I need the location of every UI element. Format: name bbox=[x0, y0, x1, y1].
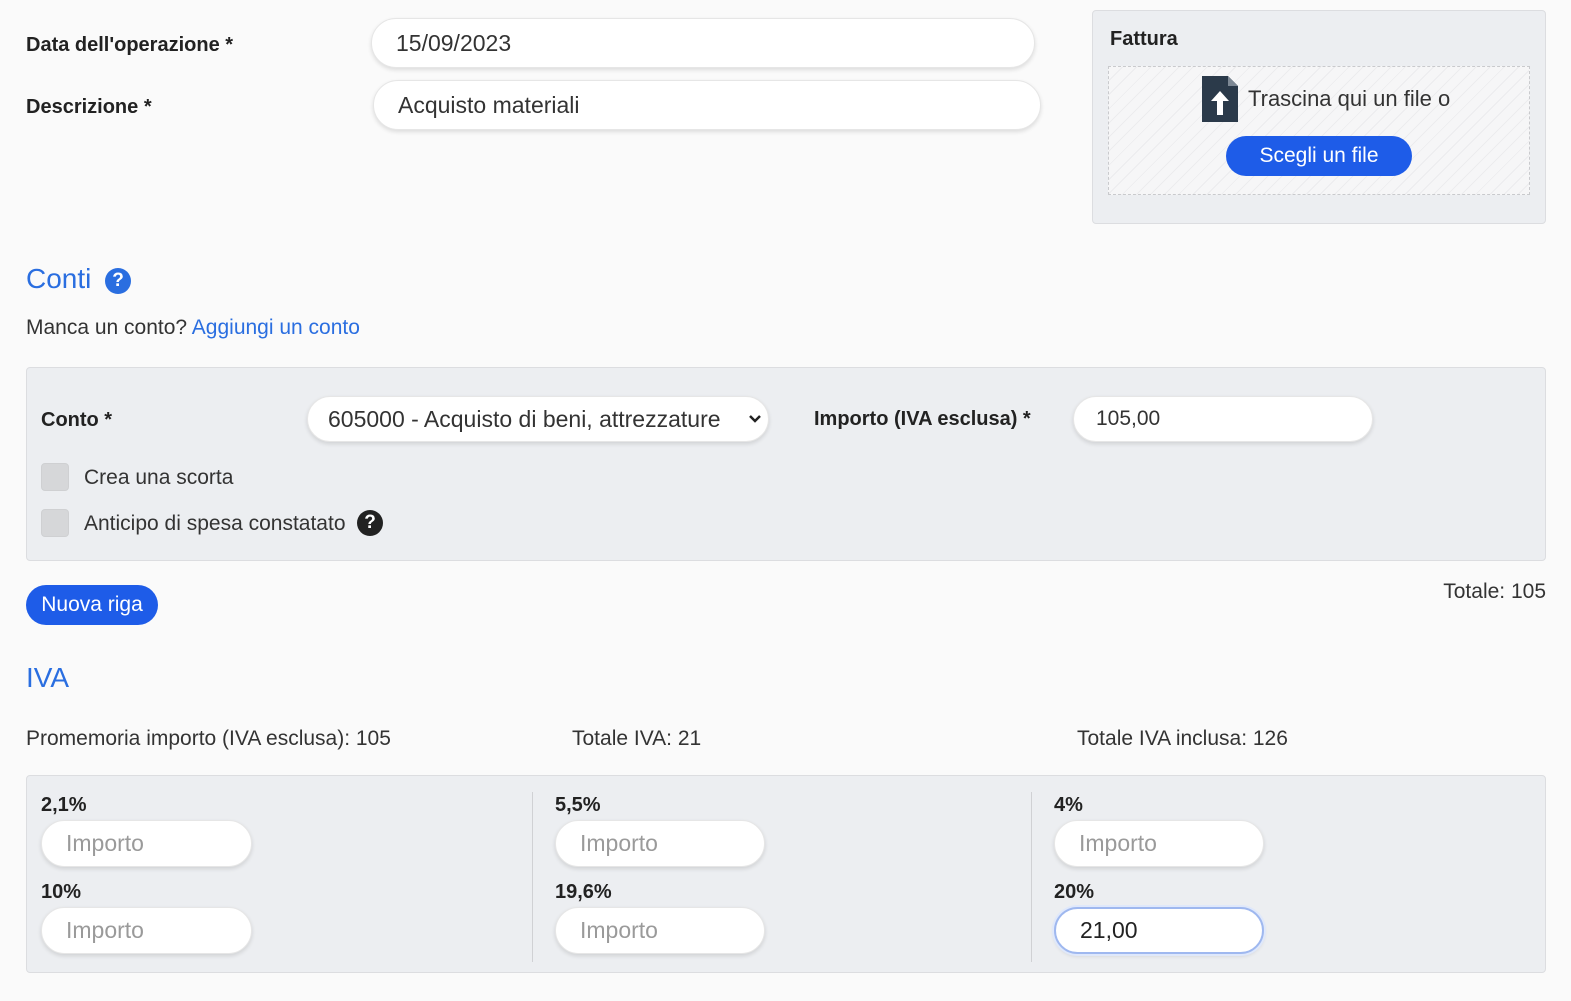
missing-account-text: Manca un conto? bbox=[26, 316, 188, 339]
dropzone-text: Trascina qui un file o bbox=[1248, 86, 1451, 111]
stock-label: Crea una scorta bbox=[84, 466, 234, 489]
amount-input[interactable] bbox=[1073, 396, 1373, 442]
stock-checkbox[interactable] bbox=[41, 463, 69, 491]
vat-amount-input[interactable] bbox=[555, 907, 765, 954]
choose-file-button[interactable]: Scegli un file bbox=[1226, 136, 1412, 176]
vat-amount-input-focused[interactable] bbox=[1054, 907, 1264, 954]
vat-column-divider bbox=[532, 792, 533, 962]
question-icon[interactable]: ? bbox=[357, 510, 383, 536]
chevron-down-icon bbox=[748, 397, 762, 458]
accounts-total: Totale: 105 bbox=[1443, 580, 1546, 603]
vat-rate-label: 4% bbox=[1054, 794, 1083, 816]
vat-amount-input[interactable] bbox=[1054, 820, 1264, 867]
description-input[interactable] bbox=[373, 80, 1041, 130]
description-label: Descrizione * bbox=[26, 96, 152, 118]
add-account-link[interactable]: Aggiungi un conto bbox=[192, 316, 360, 339]
vat-rate-label: 2,1% bbox=[41, 794, 87, 816]
vat-rates-panel bbox=[26, 775, 1546, 973]
vat-rate-label: 20% bbox=[1054, 881, 1095, 903]
file-upload-icon bbox=[1200, 74, 1240, 124]
vat-column-divider bbox=[1031, 792, 1032, 962]
date-input[interactable] bbox=[371, 18, 1035, 68]
vat-amount-input[interactable] bbox=[555, 820, 765, 867]
vat-rate-label: 5,5% bbox=[555, 794, 601, 816]
vat-amount-input[interactable] bbox=[41, 907, 252, 954]
advance-label: Anticipo di spesa constatato bbox=[84, 512, 346, 535]
new-row-button[interactable]: Nuova riga bbox=[26, 585, 158, 625]
account-select[interactable]: 605000 - Acquisto di beni, attrezzature bbox=[307, 396, 769, 442]
vat-reminder: Promemoria importo (IVA esclusa): 105 bbox=[26, 727, 391, 750]
vat-amount-input[interactable] bbox=[41, 820, 252, 867]
vat-total: Totale IVA: 21 bbox=[572, 727, 702, 750]
amount-label: Importo (IVA esclusa) * bbox=[814, 408, 1031, 430]
account-select-value: 605000 - Acquisto di beni, attrezzature bbox=[328, 406, 721, 432]
vat-title: IVA bbox=[26, 662, 70, 693]
question-icon[interactable]: ? bbox=[105, 268, 131, 294]
account-label: Conto * bbox=[41, 409, 113, 431]
vat-total-incl: Totale IVA inclusa: 126 bbox=[1077, 727, 1288, 750]
invoice-title: Fattura bbox=[1110, 28, 1178, 50]
advance-checkbox[interactable] bbox=[41, 509, 69, 537]
date-label: Data dell'operazione * bbox=[26, 34, 234, 56]
accounts-title: Conti bbox=[26, 263, 92, 294]
vat-rate-label: 10% bbox=[41, 881, 82, 903]
vat-rate-label: 19,6% bbox=[555, 881, 612, 903]
